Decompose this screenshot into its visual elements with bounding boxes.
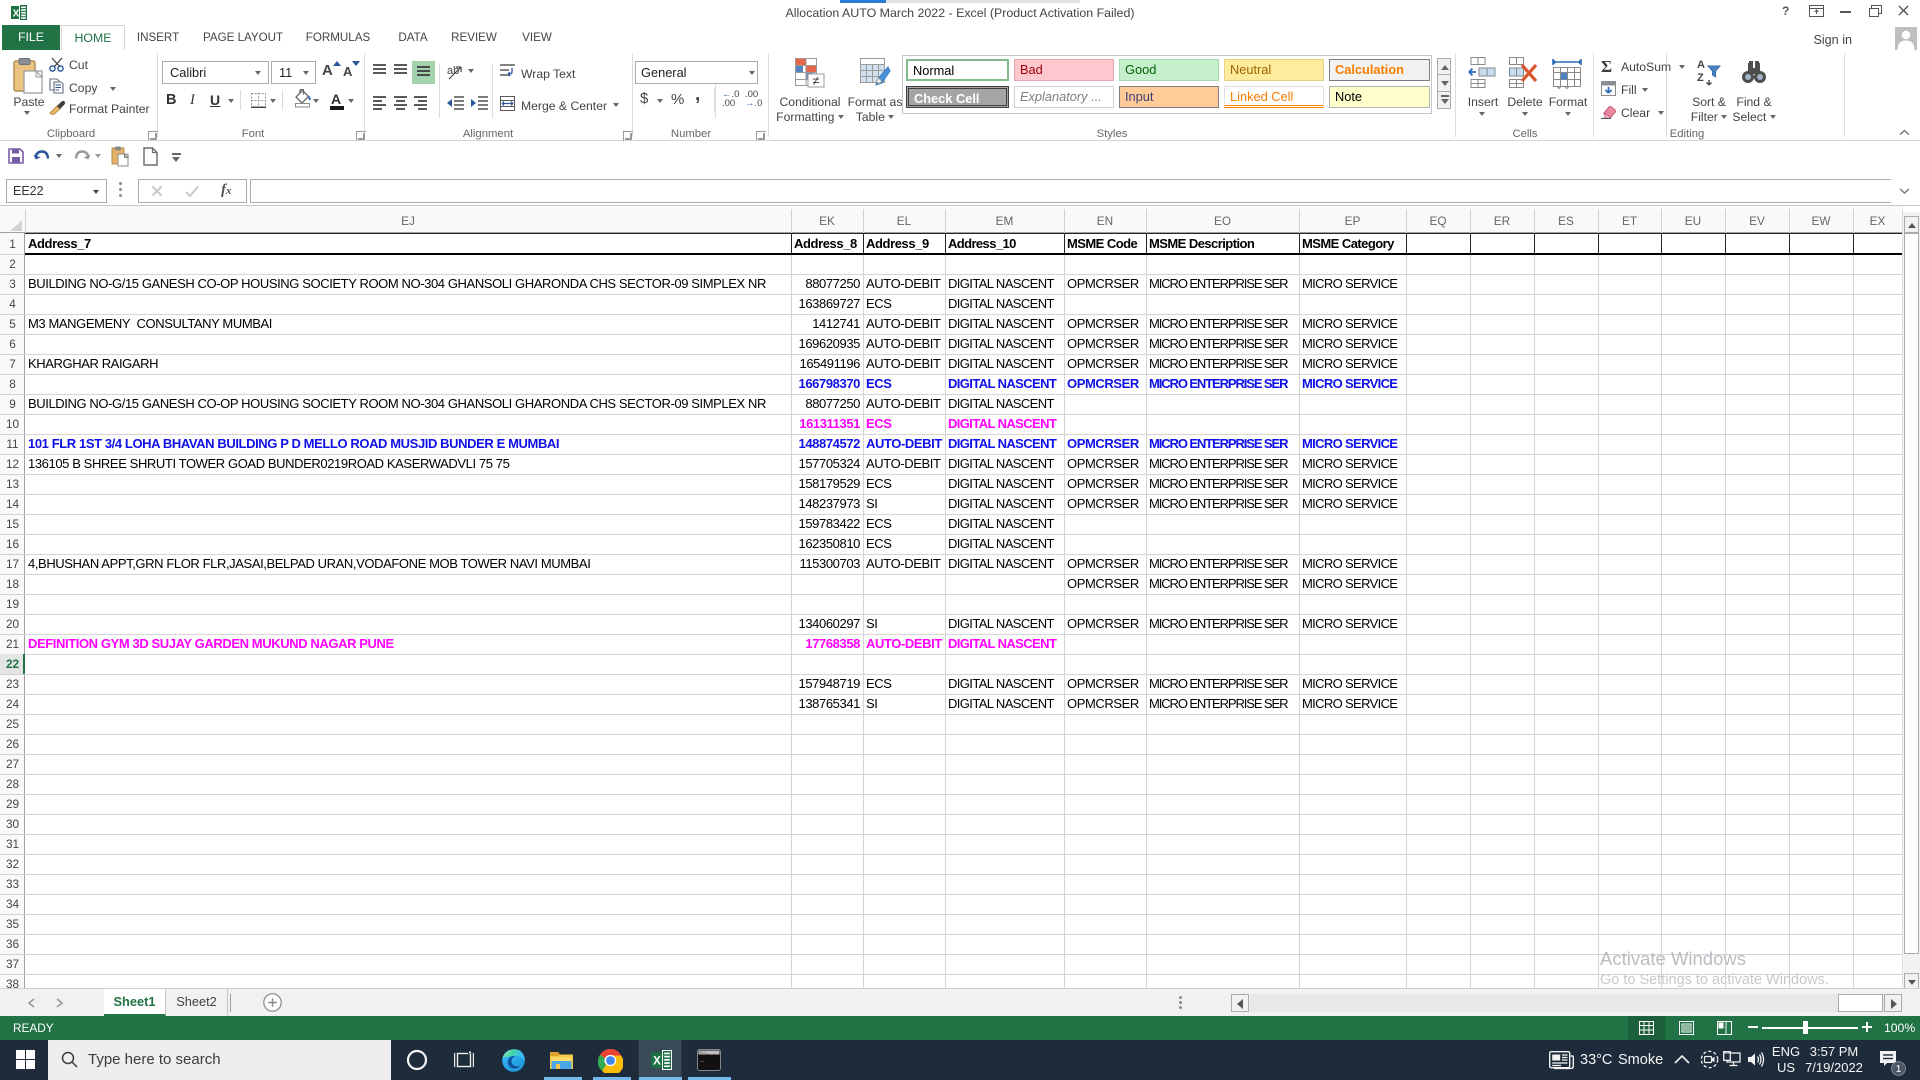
svg-text:1: 1: [1896, 1064, 1902, 1075]
svg-text:_: _: [699, 1056, 704, 1063]
svg-text:A: A: [1697, 59, 1705, 71]
svg-text:Z: Z: [1697, 72, 1704, 84]
svg-text:X: X: [653, 1056, 661, 1068]
svg-text:≠: ≠: [812, 73, 819, 88]
